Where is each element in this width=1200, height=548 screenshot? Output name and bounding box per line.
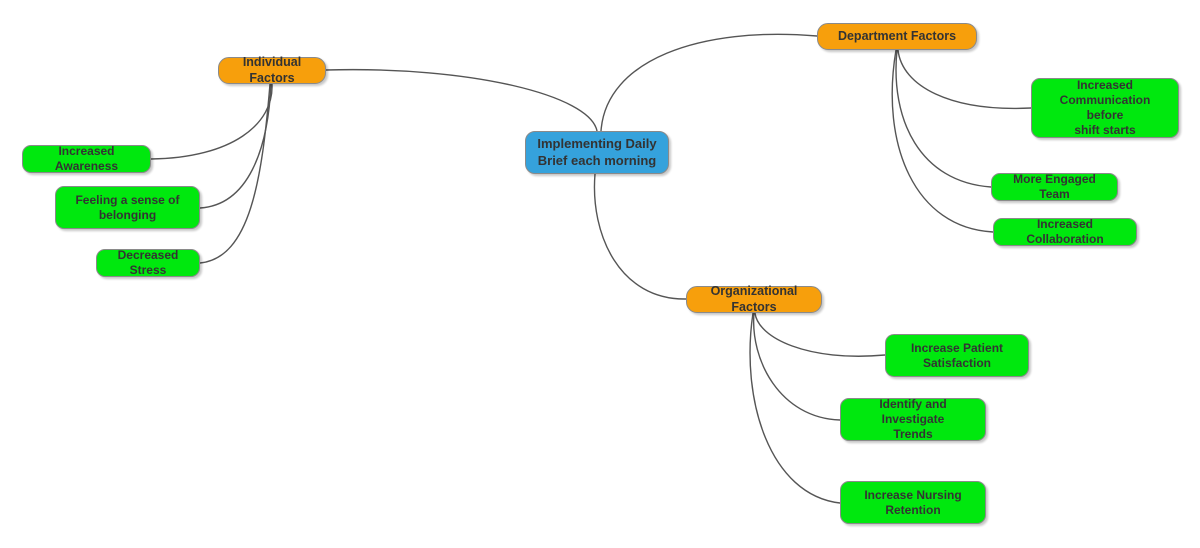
node-more-engaged-team[interactable]: More Engaged Team bbox=[991, 172, 1118, 201]
node-label: Increased Communication before shift sta… bbox=[1059, 78, 1151, 137]
node-increased-collaboration[interactable]: Increased Collaboration bbox=[993, 217, 1137, 246]
node-individual-factors[interactable]: Individual Factors bbox=[218, 54, 326, 85]
node-feeling-sense-of-belonging[interactable]: Feeling a sense of belonging bbox=[55, 186, 200, 229]
edge-organizational-satisfaction bbox=[754, 312, 886, 357]
node-label: Department Factors bbox=[837, 28, 957, 43]
node-increase-patient-satisfaction[interactable]: Increase Patient Satisfaction bbox=[885, 334, 1029, 377]
edge-organizational-trends bbox=[752, 312, 841, 421]
node-label: Implementing Daily Brief each morning bbox=[537, 136, 657, 168]
node-label: Feeling a sense of belonging bbox=[75, 192, 180, 222]
mindmap-canvas: Implementing Daily Brief each morning In… bbox=[0, 0, 1200, 548]
node-label: Increased Awareness bbox=[54, 144, 119, 173]
node-label: More Engaged Team bbox=[1013, 172, 1096, 201]
node-organizational-factors[interactable]: Organizational Factors bbox=[686, 283, 822, 314]
edge-individual-awareness bbox=[150, 83, 273, 160]
edge-department-engaged bbox=[895, 49, 992, 188]
node-label: Identify and Investigate Trends bbox=[879, 397, 947, 441]
edge-root-department bbox=[600, 33, 818, 132]
edge-organizational-retention bbox=[749, 312, 841, 504]
edge-root-organizational bbox=[593, 173, 687, 300]
node-label: Increased Collaboration bbox=[1026, 217, 1104, 246]
node-label: Individual Factors bbox=[242, 54, 302, 85]
node-increased-awareness[interactable]: Increased Awareness bbox=[22, 144, 151, 173]
node-identify-and-investigate-trends[interactable]: Identify and Investigate Trends bbox=[840, 397, 986, 441]
node-implementing-daily-brief[interactable]: Implementing Daily Brief each morning bbox=[525, 131, 669, 174]
node-decreased-stress[interactable]: Decreased Stress bbox=[96, 248, 200, 277]
node-department-factors[interactable]: Department Factors bbox=[817, 23, 977, 50]
edge-root-individual bbox=[325, 68, 598, 132]
edge-individual-stress bbox=[199, 83, 271, 264]
node-label: Increase Patient Satisfaction bbox=[910, 340, 1004, 370]
node-increase-nursing-retention[interactable]: Increase Nursing Retention bbox=[840, 481, 986, 524]
node-label: Organizational Factors bbox=[710, 283, 798, 314]
node-label: Increase Nursing Retention bbox=[864, 487, 962, 517]
edge-individual-belonging bbox=[199, 83, 272, 209]
edge-department-communication bbox=[897, 49, 1032, 110]
edge-department-collaboration bbox=[891, 49, 994, 233]
node-increased-communication-before-shift-starts[interactable]: Increased Communication before shift sta… bbox=[1031, 78, 1179, 138]
node-label: Decreased Stress bbox=[117, 248, 179, 277]
